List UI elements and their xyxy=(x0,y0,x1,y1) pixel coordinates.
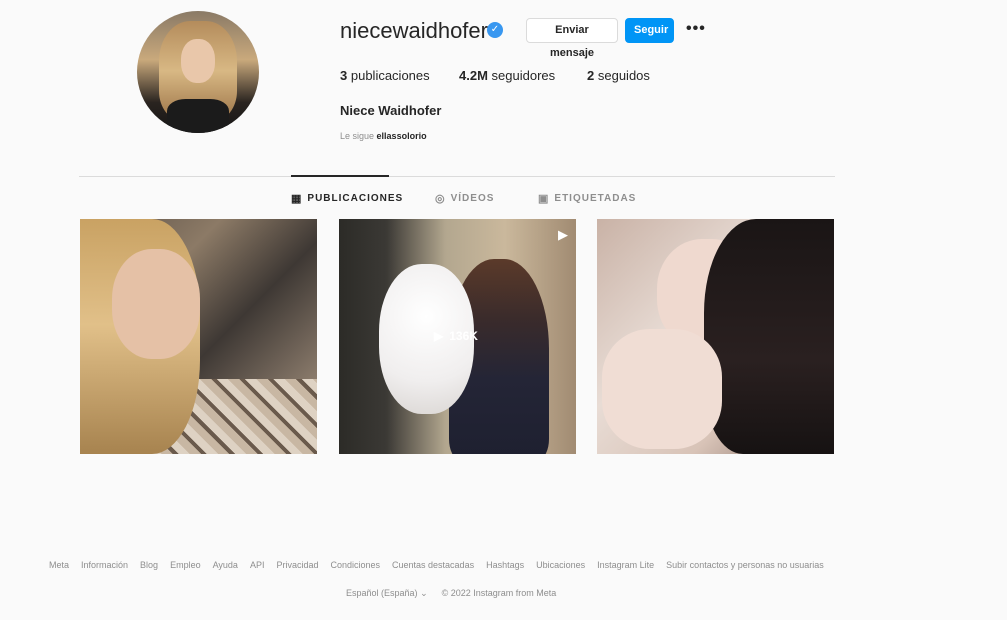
language-select[interactable]: Español (España) ⌄ xyxy=(346,588,428,599)
post-thumbnail-1[interactable] xyxy=(80,219,317,454)
video-views-overlay: ▶ 136K xyxy=(434,329,478,343)
footer-link-api[interactable]: API xyxy=(250,560,265,570)
followed-by-user-link[interactable]: ellassolorio xyxy=(377,131,427,141)
video-views-count: 136K xyxy=(449,329,478,343)
footer-link-privacidad[interactable]: Privacidad xyxy=(276,560,318,570)
tab-tagged-label: ETIQUETADAS xyxy=(554,193,637,204)
more-options-icon[interactable]: ••• xyxy=(686,20,706,38)
post-image-hair xyxy=(704,219,834,454)
followers-label: seguidores xyxy=(491,68,556,83)
send-message-button[interactable]: Enviar mensaje xyxy=(526,18,618,59)
language-label: Español (España) xyxy=(346,588,418,598)
tag-icon: ▣ xyxy=(538,193,550,205)
post-image-face xyxy=(112,249,200,359)
reel-icon: ▶ xyxy=(558,227,568,242)
footer-link-ubicaciones[interactable]: Ubicaciones xyxy=(536,560,585,570)
footer-bottom: Español (España) ⌄ © 2022 Instagram from… xyxy=(346,588,556,599)
grid-icon: ▦ xyxy=(291,193,303,205)
play-icon: ▶ xyxy=(434,329,444,343)
post-image-hand xyxy=(602,329,722,449)
followers-count: 4.2M xyxy=(459,68,488,83)
posts-count: 3 xyxy=(340,68,348,83)
posts-count-stat: 3 publicaciones xyxy=(340,68,430,83)
verified-check-icon: ✓ xyxy=(487,22,503,38)
footer-link-meta[interactable]: Meta xyxy=(49,560,69,570)
tab-videos-label: VÍDEOS xyxy=(450,193,495,204)
footer-link-cuentas-destacadas[interactable]: Cuentas destacadas xyxy=(392,560,474,570)
following-stat[interactable]: 2 seguidos xyxy=(587,68,650,83)
followed-by-prefix: Le sigue xyxy=(340,131,375,141)
avatar-clothing xyxy=(167,99,229,133)
avatar-face xyxy=(181,39,215,83)
tab-posts[interactable]: ▦ PUBLICACIONES xyxy=(291,192,403,205)
footer-link-informacion[interactable]: Información xyxy=(81,560,128,570)
footer-links: Meta Información Blog Empleo Ayuda API P… xyxy=(49,560,879,570)
tab-posts-label: PUBLICACIONES xyxy=(307,193,404,204)
profile-avatar[interactable] xyxy=(137,11,259,133)
followers-stat[interactable]: 4.2M seguidores xyxy=(459,68,555,83)
tab-tagged[interactable]: ▣ ETIQUETADAS xyxy=(538,192,636,205)
posts-label: publicaciones xyxy=(350,68,430,83)
footer-link-blog[interactable]: Blog xyxy=(140,560,158,570)
footer-link-condiciones[interactable]: Condiciones xyxy=(330,560,380,570)
footer-link-instagram-lite[interactable]: Instagram Lite xyxy=(597,560,654,570)
followed-by-text: Le sigue ellassolorio xyxy=(340,131,427,141)
post-thumbnail-2[interactable]: ▶ ▶ 136K xyxy=(339,219,576,454)
profile-divider xyxy=(79,176,835,177)
profile-username: niecewaidhofer xyxy=(340,18,488,43)
copyright-text: © 2022 Instagram from Meta xyxy=(441,588,557,598)
profile-full-name: Niece Waidhofer xyxy=(340,103,442,118)
footer-link-empleo[interactable]: Empleo xyxy=(170,560,201,570)
footer-link-ayuda[interactable]: Ayuda xyxy=(213,560,238,570)
chevron-down-icon: ⌄ xyxy=(420,588,428,598)
footer-link-subir-contactos[interactable]: Subir contactos y personas no usuarias xyxy=(666,560,824,570)
active-tab-indicator xyxy=(291,175,389,177)
follow-button[interactable]: Seguir xyxy=(625,18,674,43)
video-icon: ◎ xyxy=(435,193,446,205)
following-count: 2 xyxy=(587,68,595,83)
post-thumbnail-3[interactable] xyxy=(597,219,834,454)
tab-videos[interactable]: ◎ VÍDEOS xyxy=(435,192,494,205)
footer-link-hashtags[interactable]: Hashtags xyxy=(486,560,524,570)
following-label: seguidos xyxy=(597,68,650,83)
